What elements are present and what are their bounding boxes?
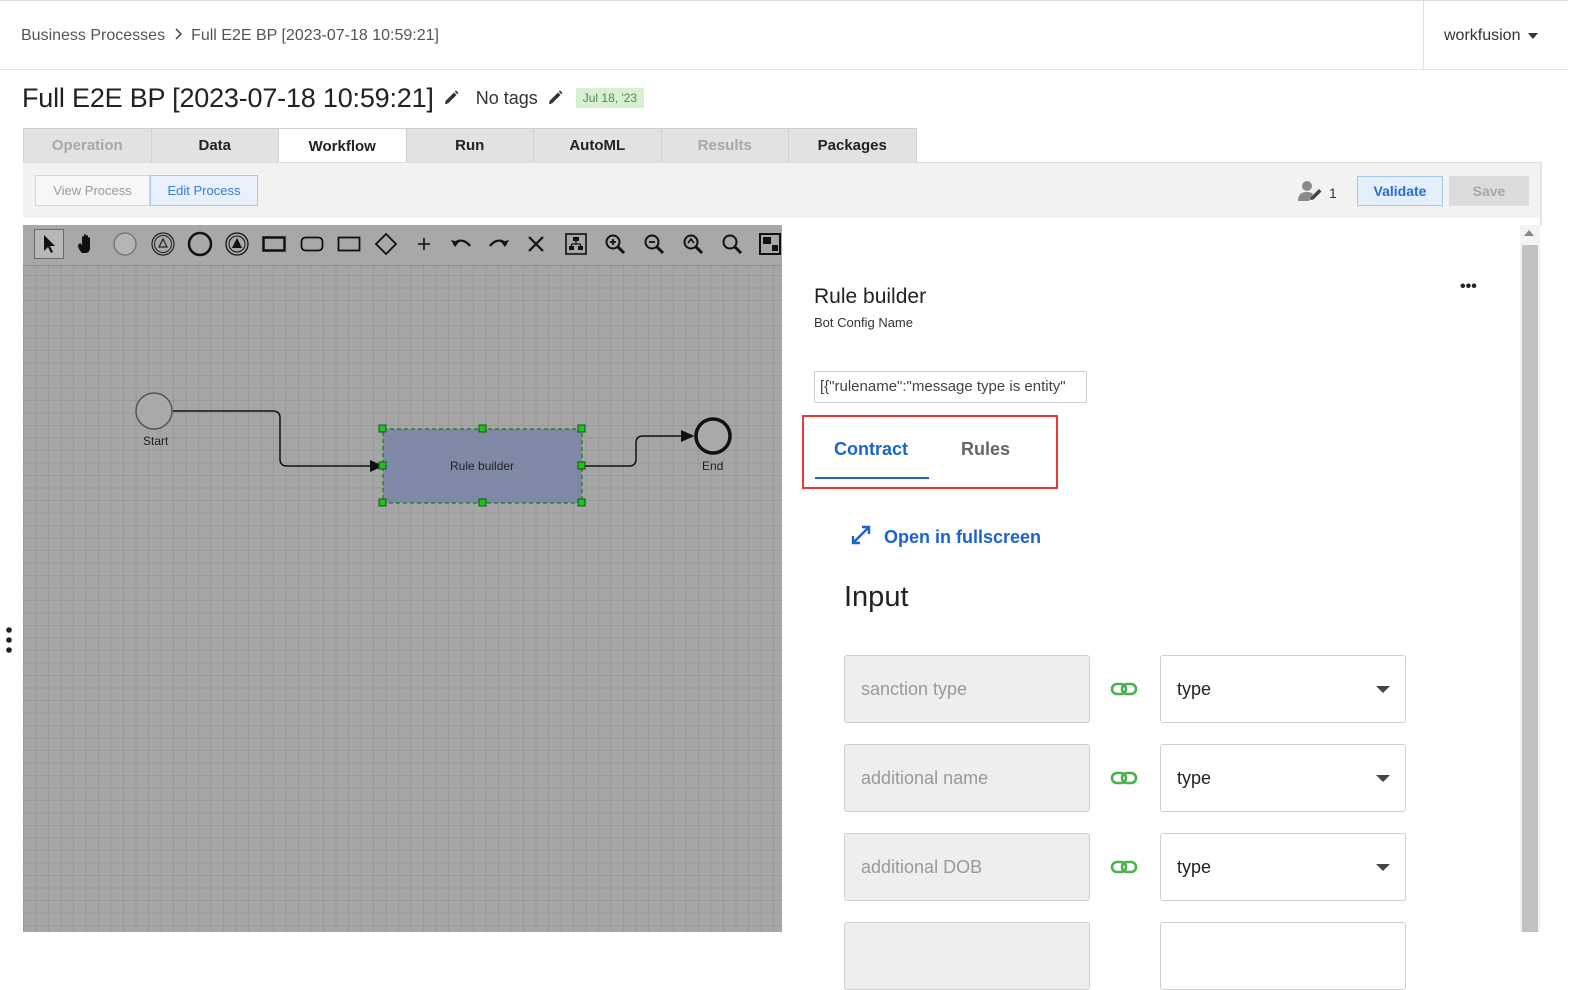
link-icon[interactable] [1110,855,1138,879]
start-label: Start [143,434,169,448]
edit-tags-pencil-icon[interactable] [546,89,564,107]
view-process-button[interactable]: View Process [35,175,150,206]
dropdown-caret-icon [1376,864,1390,871]
end-label: End [702,459,724,473]
expand-icon [850,524,872,551]
mapping-row: sanction type type [844,655,1406,723]
tab-contract[interactable]: Contract [834,439,908,460]
more-options-icon[interactable]: ••• [1460,278,1477,296]
chevron-right-icon [173,27,183,45]
panel-edge [1540,162,1542,225]
editor-count: 1 [1329,184,1337,201]
workflow-canvas[interactable]: Start Rule builder End [23,225,782,932]
link-icon[interactable] [1110,766,1138,790]
panel-scrollbar[interactable] [1520,225,1540,932]
type-select-value: type [1177,857,1212,877]
task-label: Rule builder [450,459,515,473]
panel-title: Rule builder [814,285,927,308]
breadcrumb-current: Full E2E BP [2023-07-18 10:59:21] [191,27,439,44]
mapping-row-partial [844,922,1406,990]
contract-rules-tabs: Contract Rules [802,415,1058,489]
title-row: Full E2E BP [2023-07-18 10:59:21] No tag… [22,82,645,114]
scroll-up-arrow-icon[interactable] [1524,230,1534,236]
tab-run[interactable]: Run [405,128,534,162]
open-fullscreen-label: Open in fullscreen [884,527,1042,547]
link-icon[interactable] [1110,677,1138,701]
source-field[interactable] [844,922,1090,990]
breadcrumb: Business Processes Full E2E BP [2023-07-… [21,27,439,45]
type-select[interactable]: type [1160,833,1406,901]
tab-packages[interactable]: Packages [788,128,917,162]
dropdown-caret-icon [1376,775,1390,782]
top-bar: Business Processes Full E2E BP [2023-07-… [0,0,1568,70]
page-title: Full E2E BP [2023-07-18 10:59:21] [22,82,434,113]
input-heading: Input [844,581,909,613]
properties-panel: ••• Rule builder Bot Config Name [{"rule… [782,225,1520,990]
type-select[interactable]: type [1160,655,1406,723]
tab-automl[interactable]: AutoML [533,128,662,162]
tab-results[interactable]: Results [660,128,789,162]
active-tab-indicator [815,477,929,479]
active-editors: 1 [1297,180,1337,205]
user-menu-label: workfusion [1444,26,1521,44]
open-fullscreen-link[interactable]: Open in fullscreen [850,524,1041,551]
mapping-row: additional DOB type [844,833,1406,901]
sequence-flow-start-to-task [173,410,384,472]
tags-label: No tags [475,87,538,108]
user-edit-icon [1297,180,1325,205]
main-tabs: Operation Data Workflow Run AutoML Resul… [23,128,917,163]
validate-button[interactable]: Validate [1357,176,1443,206]
user-menu[interactable]: workfusion [1423,1,1568,70]
tab-data[interactable]: Data [150,128,279,162]
breadcrumb-business-processes-link[interactable]: Business Processes [21,27,165,45]
edit-process-button[interactable]: Edit Process [150,175,258,206]
mapping-row: additional name type [844,744,1406,812]
sequence-flow-task-to-end [583,430,695,467]
save-button[interactable]: Save [1449,176,1529,206]
tab-workflow[interactable]: Workflow [278,128,407,163]
source-field[interactable]: additional DOB [844,833,1090,901]
type-select-value: type [1177,768,1212,788]
tab-rules[interactable]: Rules [961,439,1010,460]
tab-operation[interactable]: Operation [23,128,152,162]
type-select-value: type [1177,679,1212,699]
workflow-diagram [135,392,732,507]
panel-drag-handle-icon[interactable] [5,626,13,654]
source-field[interactable]: sanction type [844,655,1090,723]
dropdown-caret-icon [1376,686,1390,693]
scroll-thumb[interactable] [1522,245,1538,932]
end-event-node [694,417,732,455]
type-select[interactable] [1160,922,1406,990]
panel-subtitle: Bot Config Name [814,315,913,330]
process-toolbar: View Process Edit Process 1 Validate Sav… [23,162,1542,218]
caret-down-icon [1528,32,1539,39]
source-field[interactable]: additional name [844,744,1090,812]
edit-title-pencil-icon[interactable] [442,89,460,107]
date-badge: Jul 18, '23 [575,88,645,108]
type-select[interactable]: type [1160,744,1406,812]
start-event-node [135,392,173,430]
bot-config-name-input[interactable]: [{"rulename":"message type is entity" [814,371,1087,403]
